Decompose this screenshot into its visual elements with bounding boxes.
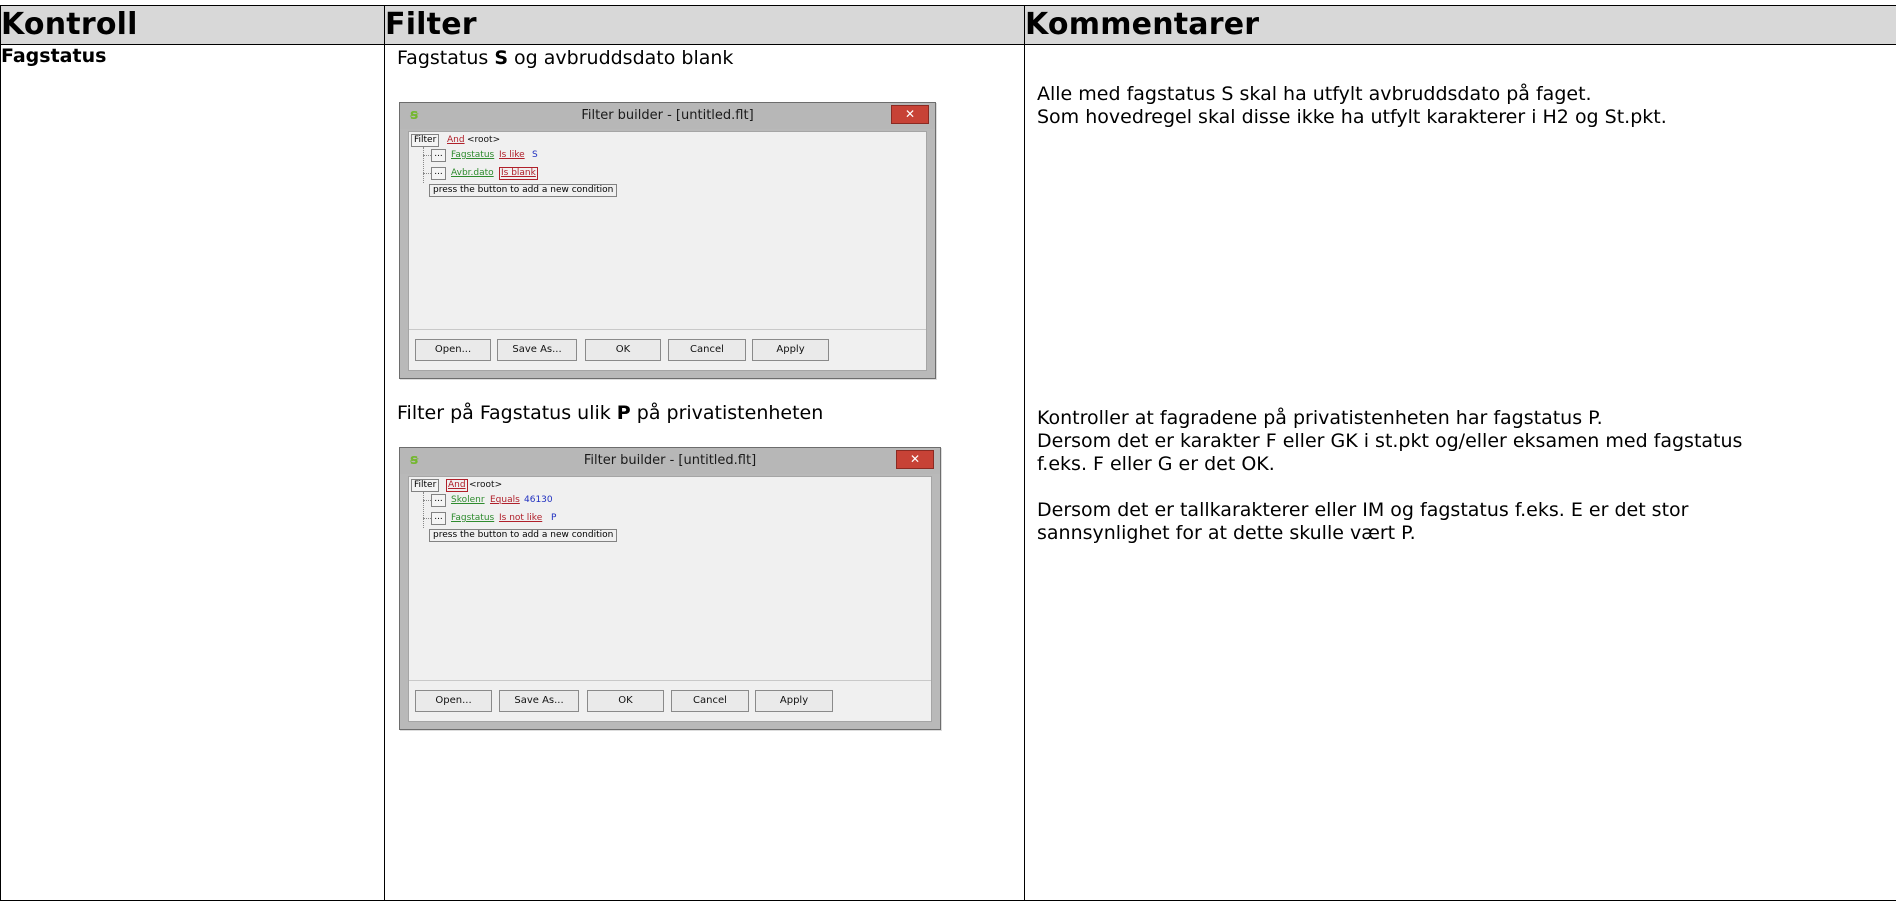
dialog-body: Filter And <root> ... Fagstatus Is like …	[408, 131, 927, 371]
condition-value[interactable]: 46130	[524, 495, 553, 506]
root-operator[interactable]: And	[446, 479, 468, 492]
root-operator[interactable]: And	[447, 135, 465, 146]
condition-field[interactable]: Avbr.dato	[451, 168, 494, 179]
comment-block-1: Alle med fagstatus S skal ha utfylt avbr…	[1037, 83, 1667, 129]
tree-connector	[423, 147, 424, 183]
dialog-title: Filter builder - [untitled.flt]	[583, 453, 757, 468]
kontroll-cell: Fagstatus	[0, 44, 385, 901]
condition-operator[interactable]: Equals	[490, 495, 520, 506]
close-button[interactable]: ✕	[896, 450, 934, 469]
kommentarer-cell: Alle med fagstatus S skal ha utfylt avbr…	[1024, 44, 1896, 901]
dialog-body: Filter And <root> ... Skolenr Equals 461…	[408, 476, 932, 722]
cancel-button[interactable]: Cancel	[671, 690, 749, 712]
filter-builder-dialog-2: ꞩ Filter builder - [untitled.flt] ✕ Filt…	[399, 447, 941, 730]
dialog-title: Filter builder - [untitled.flt]	[581, 108, 754, 123]
column-header-filter: Filter	[384, 5, 1025, 45]
header-row: Kontroll Filter Kommentarer	[0, 5, 1896, 45]
condition-field[interactable]: Skolenr	[451, 495, 485, 506]
comment-line: sannsynlighet for at dette skulle vært P…	[1037, 522, 1416, 544]
filter-label-2: Filter på Fagstatus ulik P på privatiste…	[397, 402, 824, 424]
condition-menu-button[interactable]: ...	[431, 149, 446, 162]
comment-line: Som hovedregel skal disse ikke ha utfylt…	[1037, 106, 1667, 128]
tree-connector	[423, 155, 431, 156]
open-button[interactable]: Open...	[415, 339, 491, 361]
comment-line: f.eks. F eller G er det OK.	[1037, 453, 1275, 475]
close-button[interactable]: ✕	[891, 105, 929, 124]
filter-label-1: Fagstatus S og avbruddsdato blank	[397, 47, 734, 69]
add-condition-hint[interactable]: press the button to add a new condition	[429, 184, 618, 197]
filter-cell: Fagstatus S og avbruddsdato blank ꞩ Filt…	[384, 44, 1025, 901]
tree-connector	[423, 492, 424, 528]
comment-line	[1037, 476, 1742, 499]
filter-chip[interactable]: Filter	[411, 134, 440, 147]
save-as-button[interactable]: Save As...	[497, 339, 577, 361]
comment-line: Alle med fagstatus S skal ha utfylt avbr…	[1037, 83, 1592, 105]
cancel-button[interactable]: Cancel	[668, 339, 746, 361]
dialog-titlebar: ꞩ Filter builder - [untitled.flt] ✕	[400, 103, 935, 129]
condition-operator[interactable]: Is blank	[499, 167, 538, 180]
tree-connector	[423, 173, 431, 174]
filter-builder-dialog-1: ꞩ Filter builder - [untitled.flt] ✕ Filt…	[399, 102, 936, 379]
condition-value[interactable]: S	[532, 150, 538, 161]
comment-block-2: Kontroller at fagradene på privatistenhe…	[1037, 407, 1742, 545]
condition-menu-button[interactable]: ...	[431, 512, 446, 525]
document-page: Kontroll Filter Kommentarer Fagstatus Fa…	[0, 0, 1896, 907]
comment-line: Kontroller at fagradene på privatistenhe…	[1037, 407, 1603, 429]
tree-connector	[423, 500, 431, 501]
condition-tree: Filter And <root> ... Fagstatus Is like …	[409, 132, 926, 412]
ok-button[interactable]: OK	[587, 690, 664, 712]
table-row: Fagstatus Fagstatus S og avbruddsdato bl…	[0, 44, 1896, 901]
column-header-kontroll: Kontroll	[0, 5, 385, 45]
column-header-kommentarer: Kommentarer	[1024, 5, 1896, 45]
condition-menu-button[interactable]: ...	[431, 494, 446, 507]
save-as-button[interactable]: Save As...	[499, 690, 579, 712]
dialog-button-row: Open... Save As... OK Cancel Apply	[409, 680, 931, 721]
condition-operator[interactable]: Is not like	[499, 513, 542, 524]
condition-field[interactable]: Fagstatus	[451, 513, 494, 524]
apply-button[interactable]: Apply	[755, 690, 833, 712]
open-button[interactable]: Open...	[415, 690, 492, 712]
condition-operator[interactable]: Is like	[499, 150, 525, 161]
root-label: <root>	[469, 480, 503, 490]
filter-chip[interactable]: Filter	[411, 479, 440, 492]
root-label: <root>	[467, 135, 501, 145]
dialog-button-row: Open... Save As... OK Cancel Apply	[409, 329, 926, 370]
comment-line: Dersom det er tallkarakterer eller IM og…	[1037, 499, 1689, 521]
controls-table: Kontroll Filter Kommentarer Fagstatus Fa…	[0, 5, 1896, 901]
tree-connector	[423, 518, 431, 519]
apply-button[interactable]: Apply	[752, 339, 829, 361]
dialog-titlebar: ꞩ Filter builder - [untitled.flt] ✕	[400, 448, 940, 474]
condition-menu-button[interactable]: ...	[431, 167, 446, 180]
condition-field[interactable]: Fagstatus	[451, 150, 494, 161]
comment-line: Dersom det er karakter F eller GK i st.p…	[1037, 430, 1743, 452]
add-condition-hint[interactable]: press the button to add a new condition	[429, 529, 618, 542]
ok-button[interactable]: OK	[585, 339, 661, 361]
condition-value[interactable]: P	[551, 513, 556, 524]
